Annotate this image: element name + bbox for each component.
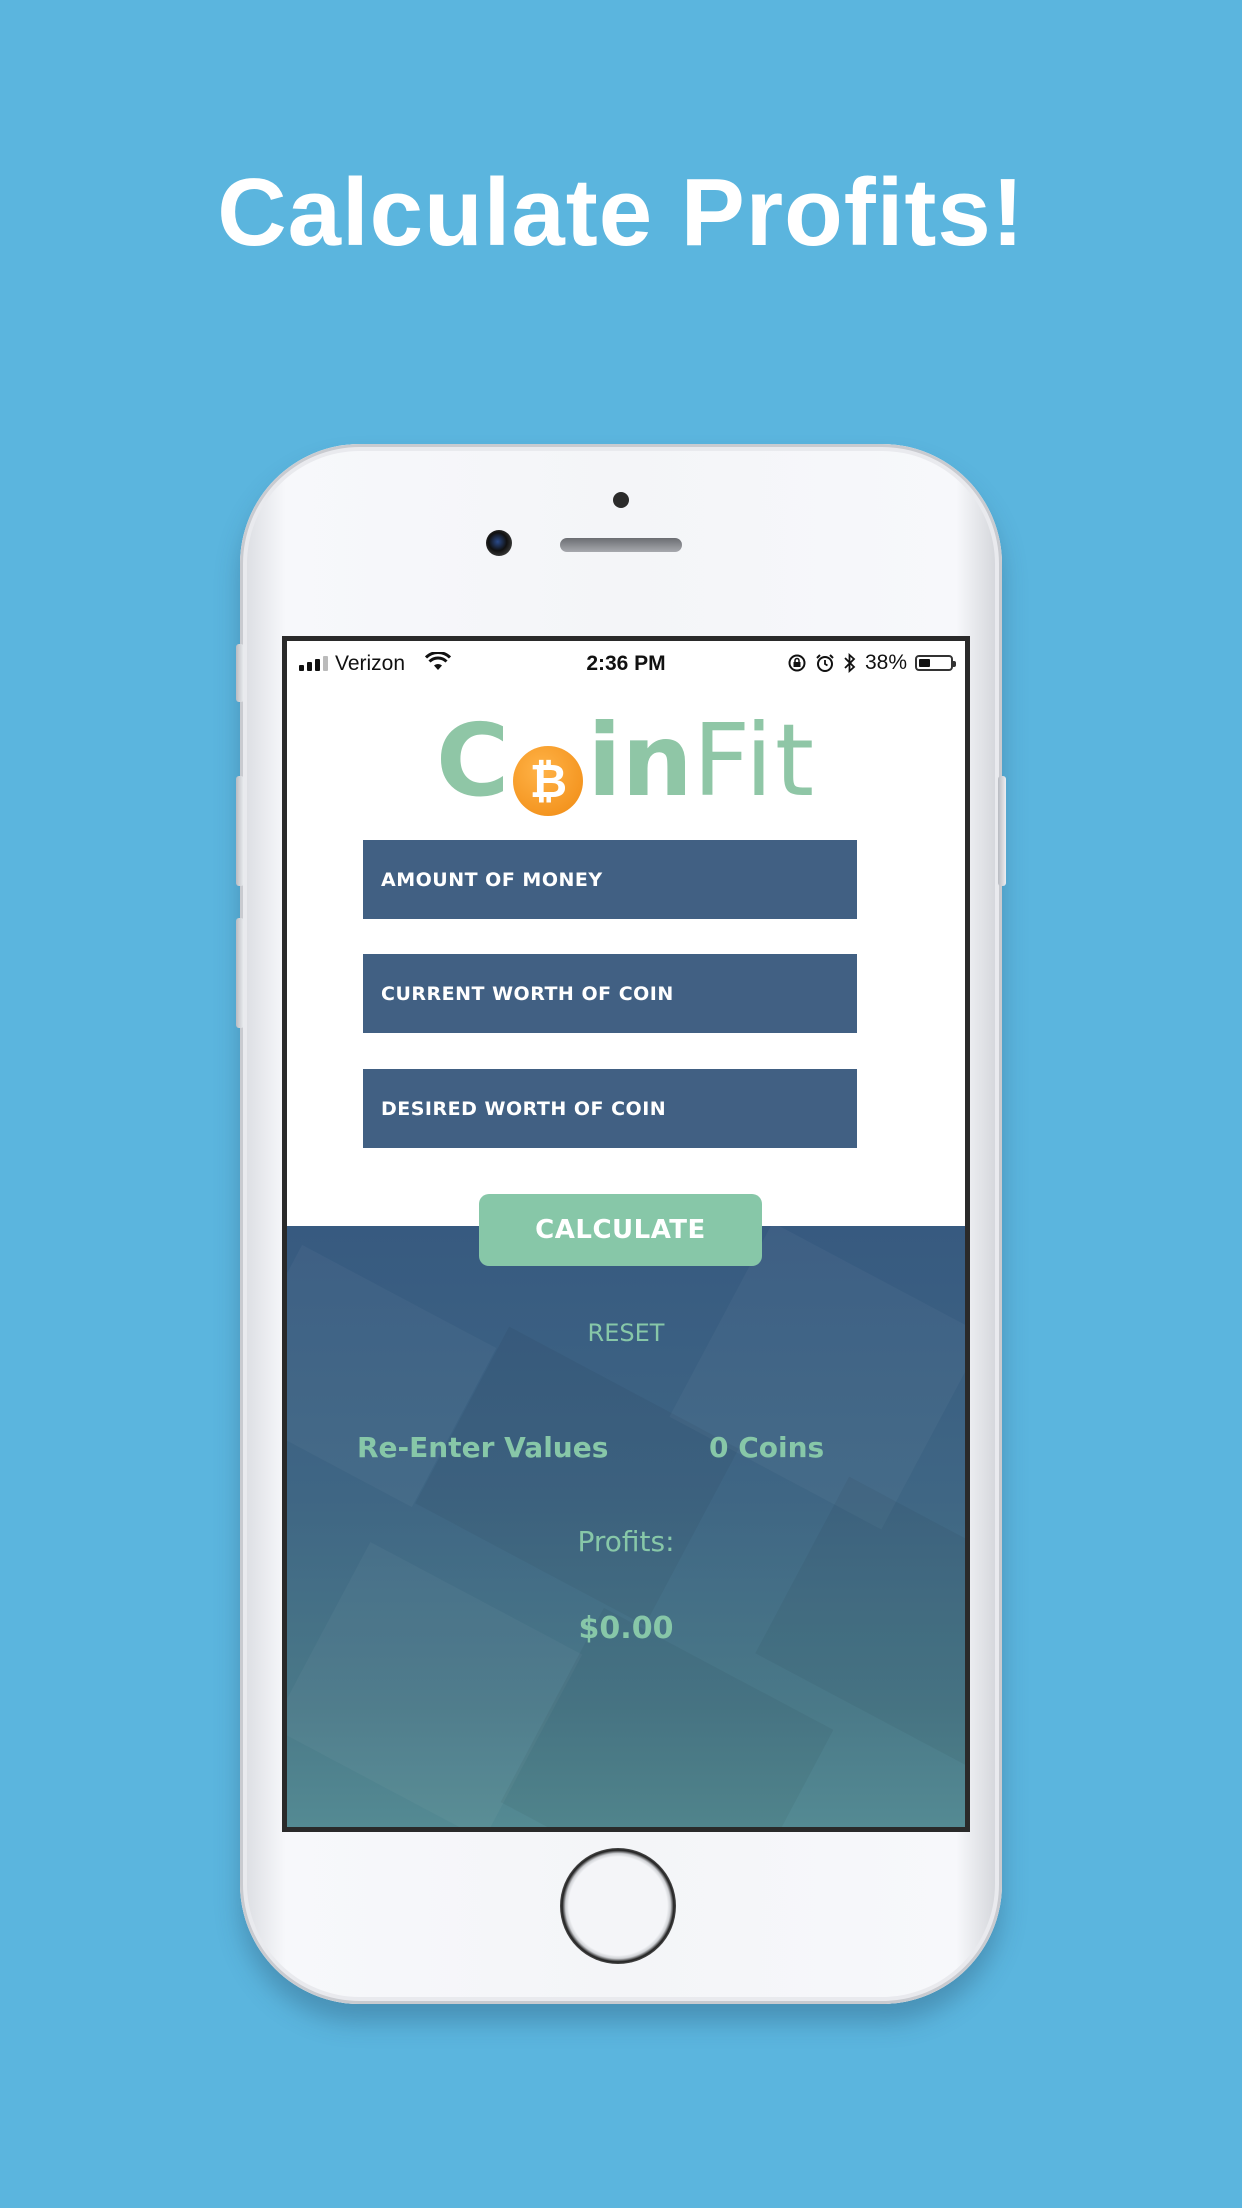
profits-label: Profits: [577,1525,675,1558]
bitcoin-coin-icon: ₿ [513,746,584,816]
status-right-group: 38% [787,651,956,675]
power-button [998,776,1006,886]
earpiece-speaker [560,538,682,552]
volume-up-button [236,776,244,886]
mute-switch [236,644,244,702]
coinfit-logo: C ₿ inFit [287,701,965,821]
status-bar: Verizon 2:36 PM 38% [287,641,965,687]
amount-of-money-input[interactable] [363,840,857,919]
app-screen: Verizon 2:36 PM 38% C ₿ inFit AMOUNT OF … [282,636,970,1832]
logo-letters-in: in [587,702,693,819]
front-camera [486,530,512,556]
calculate-button[interactable]: CALCULATE [479,1194,762,1266]
current-worth-input[interactable] [363,954,857,1033]
logo-word-fit: Fit [692,702,817,819]
rotation-lock-icon [788,654,806,672]
coins-result: 0 Coins [709,1431,825,1464]
battery-level-fill [919,659,930,667]
bluetooth-icon [844,653,856,673]
logo-letter-c: C [435,702,510,819]
battery-percent: 38% [864,651,907,674]
result-message: Re-Enter Values [357,1431,609,1464]
proximity-sensor [613,492,629,508]
battery-icon [915,655,956,671]
volume-down-button [236,918,244,1028]
reset-button[interactable]: RESET [287,1319,965,1347]
home-button[interactable] [560,1848,676,1964]
profits-value: $0.00 [578,1611,674,1646]
desired-worth-input[interactable] [363,1069,857,1148]
headline: Calculate Profits! [217,159,1025,266]
alarm-icon [816,654,834,672]
